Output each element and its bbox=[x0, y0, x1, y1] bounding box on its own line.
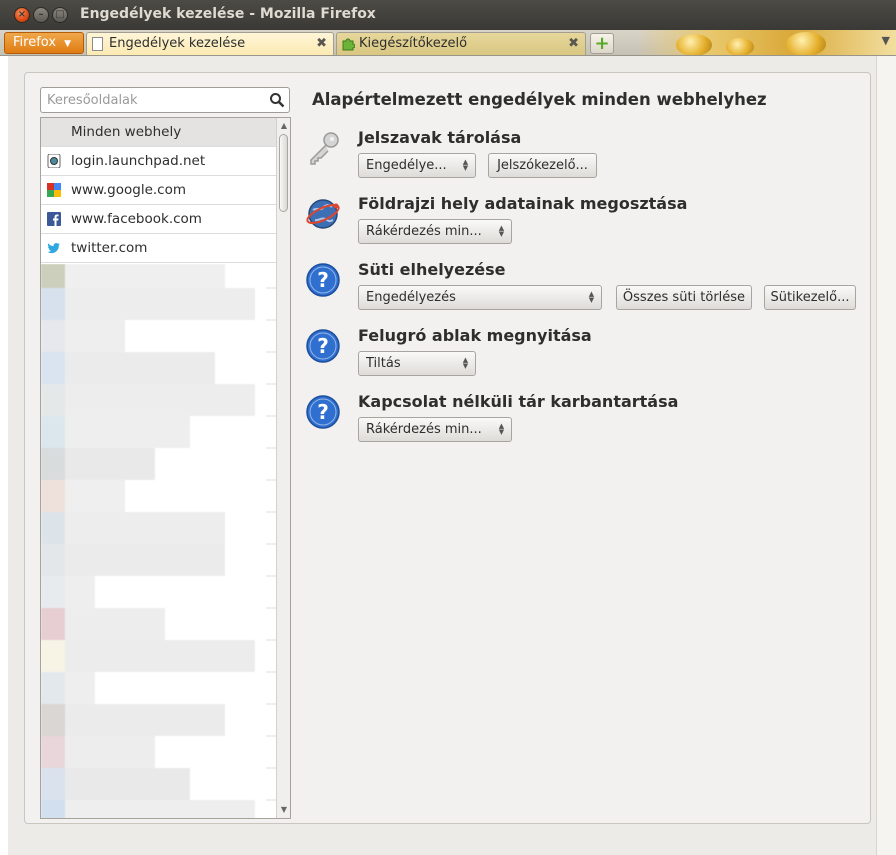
geolocation-policy-select[interactable]: Rákérdezés min... ▲ ▼ bbox=[358, 219, 512, 244]
updown-arrows-icon: ▲ ▼ bbox=[498, 224, 505, 238]
question-icon: ? bbox=[306, 395, 340, 429]
select-value: Engedélyezés bbox=[366, 290, 456, 305]
question-icon: ? bbox=[306, 329, 340, 363]
dropdown-arrow-icon: ▼ bbox=[64, 39, 72, 49]
persona-background bbox=[636, 30, 896, 55]
site-label: login.launchpad.net bbox=[71, 153, 206, 169]
minimize-icon: – bbox=[38, 9, 44, 20]
window-title: Engedélyek kezelése - Mozilla Firefox bbox=[80, 6, 376, 22]
popup-policy-select[interactable]: Tiltás ▲ ▼ bbox=[358, 351, 476, 376]
tab-permissions[interactable]: Engedélyek kezelése ✖ bbox=[86, 32, 334, 55]
coin-decoration bbox=[786, 32, 826, 55]
globe-location-icon bbox=[306, 199, 340, 229]
close-window-button[interactable]: × bbox=[14, 7, 30, 23]
select-value: Tiltás bbox=[366, 356, 401, 371]
list-all-tabs-icon[interactable]: ▼ bbox=[882, 34, 890, 47]
svg-text:?: ? bbox=[317, 268, 329, 292]
select-value: Rákérdezés min... bbox=[366, 224, 482, 239]
document-icon bbox=[92, 37, 103, 51]
cookie-policy-select[interactable]: Engedélyezés ▲ ▼ bbox=[358, 285, 602, 310]
button-label: Jelszókezelő... bbox=[497, 158, 588, 173]
site-row-launchpad[interactable]: login.launchpad.net bbox=[41, 147, 277, 176]
puzzle-icon bbox=[342, 38, 355, 51]
firefox-menu-label: Firefox bbox=[13, 35, 57, 50]
key-icon bbox=[310, 132, 339, 165]
background-window-edge bbox=[0, 56, 8, 855]
launchpad-icon bbox=[47, 154, 61, 168]
minimize-window-button[interactable]: – bbox=[33, 7, 49, 23]
offline-storage-policy-select[interactable]: Rákérdezés min... ▲ ▼ bbox=[358, 417, 512, 442]
permission-title: Földrajzi hely adatainak megosztása bbox=[358, 194, 688, 213]
content-area: Minden webhely login.launchpad.net www.g… bbox=[0, 56, 896, 855]
close-tab-icon[interactable]: ✖ bbox=[568, 33, 579, 55]
site-row-all-websites[interactable]: Minden webhely bbox=[41, 118, 277, 147]
updown-arrows-icon: ▲ ▼ bbox=[462, 158, 469, 172]
site-search-field[interactable] bbox=[40, 87, 290, 113]
firefox-menu-button[interactable]: Firefox ▼ bbox=[4, 32, 84, 54]
permission-title: Felugró ablak megnyitása bbox=[358, 326, 592, 345]
svg-text:?: ? bbox=[317, 334, 329, 358]
window-titlebar: × – □ Engedélyek kezelése - Mozilla Fire… bbox=[0, 0, 896, 30]
coin-decoration bbox=[676, 34, 712, 55]
facebook-icon bbox=[47, 212, 61, 226]
plus-icon: + bbox=[594, 33, 610, 54]
tab-label: Engedélyek kezelése bbox=[109, 36, 246, 51]
maximize-window-button[interactable]: □ bbox=[52, 7, 68, 23]
tab-label: Kiegészítőkezelő bbox=[359, 36, 468, 51]
google-icon bbox=[47, 183, 61, 197]
updown-arrows-icon: ▲ ▼ bbox=[462, 356, 469, 370]
tab-addons[interactable]: Kiegészítőkezelő ✖ bbox=[336, 32, 586, 55]
close-icon: × bbox=[17, 9, 27, 20]
clear-all-cookies-button[interactable]: Összes süti törlése bbox=[616, 285, 752, 310]
site-row-facebook[interactable]: www.facebook.com bbox=[41, 205, 277, 234]
scroll-up-icon[interactable]: ▲ bbox=[278, 120, 290, 132]
permission-title: Süti elhelyezése bbox=[358, 260, 506, 279]
permissions-panel: Minden webhely login.launchpad.net www.g… bbox=[24, 72, 871, 824]
blurred-site-rows bbox=[41, 264, 277, 818]
button-label: Összes süti törlése bbox=[622, 290, 746, 305]
site-row-twitter[interactable]: twitter.com bbox=[41, 234, 277, 263]
select-value: Rákérdezés min... bbox=[366, 422, 482, 437]
permission-cookies: ? Süti elhelyezése Engedélyezés ▲ ▼ Össze… bbox=[305, 260, 865, 326]
site-label: twitter.com bbox=[71, 240, 148, 256]
close-tab-icon[interactable]: ✖ bbox=[316, 33, 327, 55]
scrollbar-thumb[interactable] bbox=[279, 134, 288, 212]
cookie-manager-button[interactable]: Sütikezelő... bbox=[764, 285, 856, 310]
permission-title: Kapcsolat nélküli tár karbantartása bbox=[358, 392, 679, 411]
button-label: Sütikezelő... bbox=[770, 290, 850, 305]
site-label: www.google.com bbox=[71, 182, 187, 198]
updown-arrows-icon: ▲ ▼ bbox=[588, 290, 595, 304]
permission-geolocation: Földrajzi hely adatainak megosztása Ráké… bbox=[305, 194, 865, 260]
password-manager-button[interactable]: Jelszókezelő... bbox=[488, 153, 597, 178]
site-row-google[interactable]: www.google.com bbox=[41, 176, 277, 205]
updown-arrows-icon: ▲ ▼ bbox=[498, 422, 505, 436]
permission-title: Jelszavak tárolása bbox=[358, 128, 522, 147]
select-value: Engedélye... bbox=[366, 158, 447, 173]
page-title: Alapértelmezett engedélyek minden webhel… bbox=[312, 90, 767, 109]
new-tab-button[interactable]: + bbox=[590, 33, 614, 54]
twitter-icon bbox=[47, 243, 60, 254]
maximize-icon: □ bbox=[55, 9, 65, 20]
site-label: www.facebook.com bbox=[71, 211, 202, 227]
permission-passwords: Jelszavak tárolása Engedélye... ▲ ▼ Jelsz… bbox=[305, 128, 865, 194]
background-window-edge bbox=[876, 56, 896, 855]
permission-offline-storage: ? Kapcsolat nélküli tár karbantartása Rá… bbox=[305, 392, 865, 458]
permission-popups: ? Felugró ablak megnyitása Tiltás ▲ ▼ bbox=[305, 326, 865, 392]
site-list-scrollbar[interactable]: ▲ ▼ bbox=[276, 118, 290, 818]
site-list[interactable]: Minden webhely login.launchpad.net www.g… bbox=[40, 117, 291, 819]
scroll-down-icon[interactable]: ▼ bbox=[278, 804, 290, 816]
password-policy-select[interactable]: Engedélye... ▲ ▼ bbox=[358, 153, 476, 178]
site-search-input[interactable] bbox=[47, 91, 262, 109]
tab-strip: Firefox ▼ Engedélyek kezelése ✖ Kiegészí… bbox=[0, 30, 896, 56]
question-icon: ? bbox=[306, 263, 340, 297]
search-icon[interactable] bbox=[269, 92, 285, 108]
site-label: Minden webhely bbox=[71, 124, 182, 140]
svg-text:?: ? bbox=[317, 400, 329, 424]
coin-decoration bbox=[726, 38, 754, 55]
